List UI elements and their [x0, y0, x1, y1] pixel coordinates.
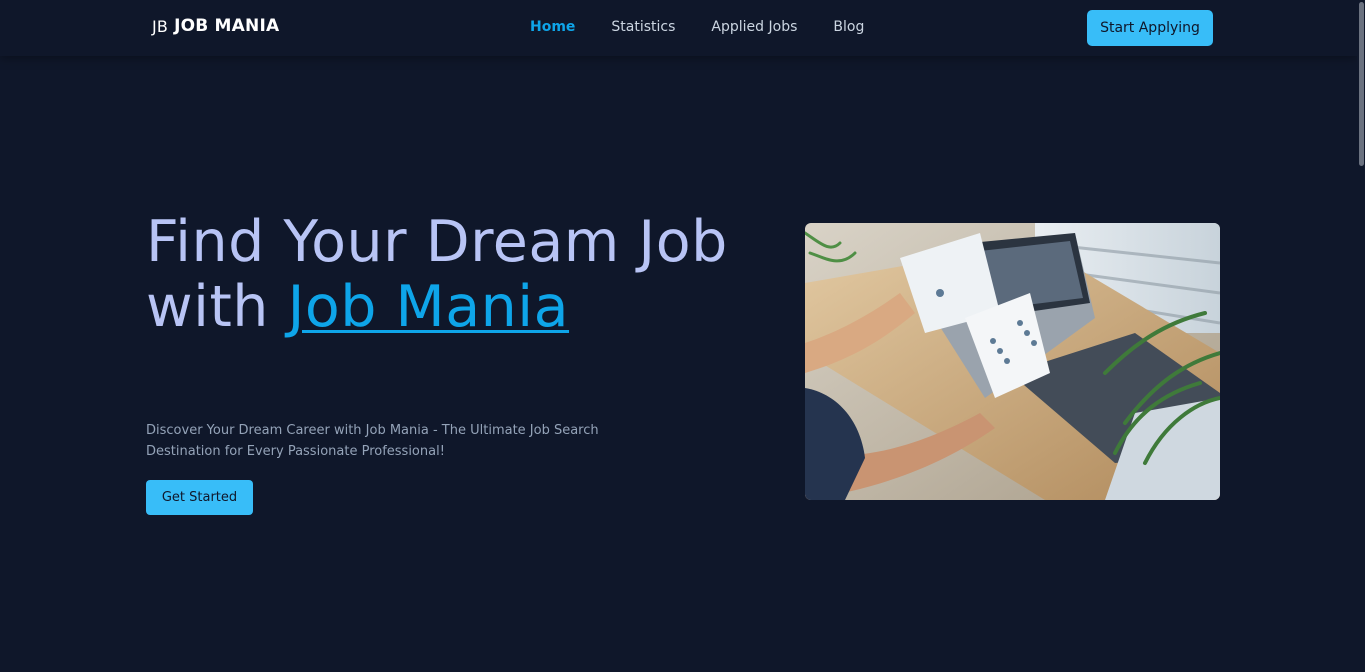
nav-link-applied-jobs[interactable]: Applied Jobs [711, 19, 797, 35]
nav-link-statistics[interactable]: Statistics [611, 19, 675, 35]
navbar: JB JOB MANIA Home Statistics Applied Job… [0, 0, 1357, 56]
hero-image [805, 223, 1220, 500]
hero-title: Find Your Dream Job with Job Mania [146, 210, 746, 340]
page: JB JOB MANIA Home Statistics Applied Job… [0, 0, 1365, 672]
scrollbar-thumb[interactable] [1359, 2, 1364, 166]
hero-subtitle: Discover Your Dream Career with Job Mani… [146, 423, 599, 459]
nav-link-blog[interactable]: Blog [833, 19, 864, 35]
hero-photo-illustration [805, 223, 1220, 500]
logo[interactable]: JB JOB MANIA [152, 16, 279, 36]
hero-title-highlight[interactable]: Job Mania [288, 274, 569, 340]
logo-icon: JB [152, 16, 169, 36]
start-applying-button[interactable]: Start Applying [1087, 10, 1213, 46]
logo-text: JOB MANIA [174, 16, 280, 36]
nav-links: Home Statistics Applied Jobs Blog [530, 19, 864, 35]
scrollbar[interactable] [1357, 0, 1365, 672]
nav-link-home[interactable]: Home [530, 19, 575, 35]
get-started-button[interactable]: Get Started [146, 480, 253, 515]
